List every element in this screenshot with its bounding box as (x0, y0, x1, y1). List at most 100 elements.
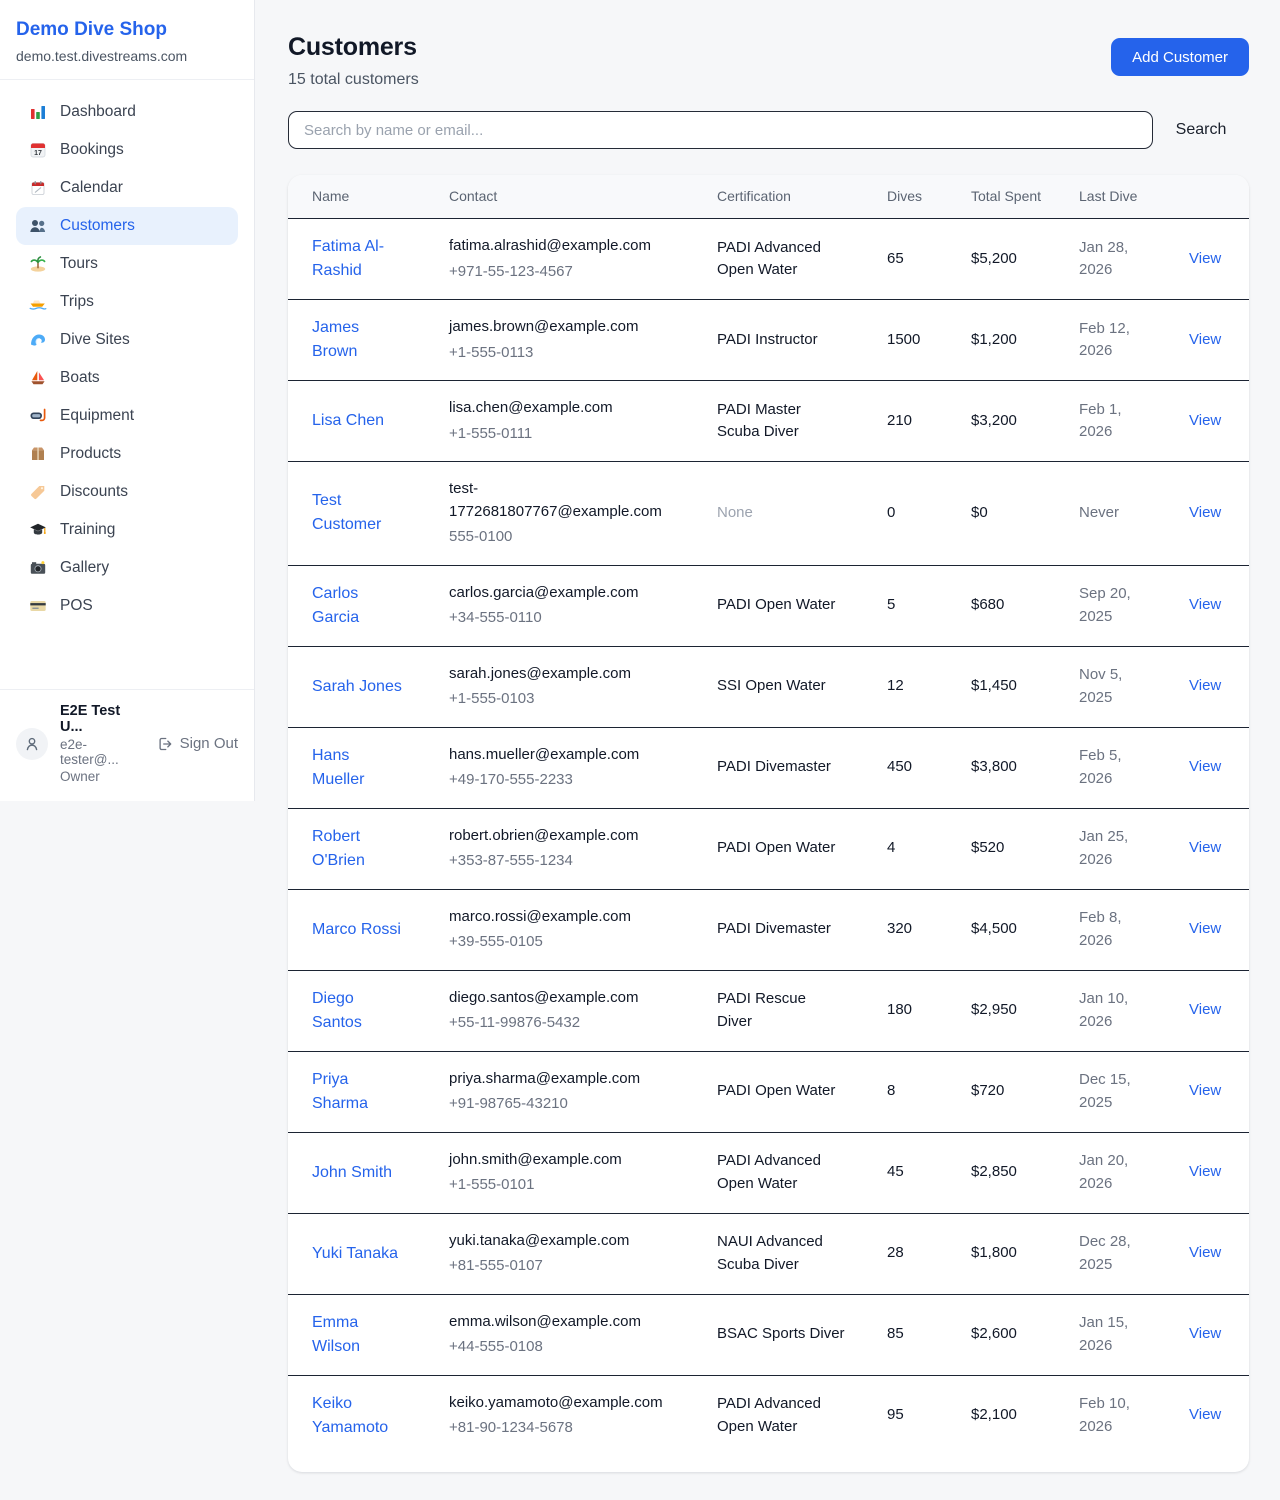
view-link[interactable]: View (1189, 758, 1221, 775)
customer-name-link[interactable]: John Smith (312, 1164, 392, 1181)
sidebar-item-gallery[interactable]: Gallery (16, 549, 238, 587)
view-link[interactable]: View (1189, 677, 1221, 694)
customer-name-link[interactable]: Keiko Yamamoto (312, 1395, 388, 1436)
view-link[interactable]: View (1189, 1001, 1221, 1018)
add-customer-button[interactable]: Add Customer (1111, 38, 1249, 76)
customer-name-link[interactable]: James Brown (312, 319, 359, 360)
credit-card-icon (29, 597, 47, 615)
customer-last-dive: Feb 12, 2026 (1063, 300, 1159, 381)
customer-last-dive: Jan 28, 2026 (1063, 219, 1159, 300)
customer-dives: 210 (871, 381, 955, 462)
customer-total-spent: $2,600 (955, 1294, 1063, 1375)
sidebar-item-training[interactable]: Training (16, 511, 238, 549)
customer-name-link[interactable]: Test Customer (312, 492, 381, 533)
col-header-last-dive: Last Dive (1063, 175, 1159, 219)
sidebar-item-dive-sites[interactable]: Dive Sites (16, 321, 238, 359)
sidebar-item-label: Gallery (60, 559, 109, 577)
customer-total-spent: $3,200 (955, 381, 1063, 462)
view-link[interactable]: View (1189, 1406, 1221, 1423)
sidebar-item-discounts[interactable]: Discounts (16, 473, 238, 511)
customer-total-spent: $5,200 (955, 219, 1063, 300)
table-row: Marco Rossi marco.rossi@example.com +39-… (288, 889, 1249, 970)
customer-contact-cell: diego.santos@example.com +55-11-99876-54… (433, 970, 701, 1051)
customer-phone: +1-555-0101 (449, 1174, 685, 1197)
customer-email: robert.obrien@example.com (449, 825, 685, 848)
customer-phone: +55-11-99876-5432 (449, 1012, 685, 1035)
sidebar-item-equipment[interactable]: Equipment (16, 397, 238, 435)
customer-name-link[interactable]: Marco Rossi (312, 921, 401, 938)
sidebar-item-pos[interactable]: POS (16, 587, 238, 625)
col-header-total-spent: Total Spent (955, 175, 1063, 219)
customer-contact-cell: keiko.yamamoto@example.com +81-90-1234-5… (433, 1375, 701, 1472)
customer-email: sarah.jones@example.com (449, 663, 685, 686)
customer-dives: 85 (871, 1294, 955, 1375)
sidebar-item-bookings[interactable]: Bookings (16, 131, 238, 169)
view-link[interactable]: View (1189, 1244, 1221, 1261)
shop-title[interactable]: Demo Dive Shop (16, 19, 238, 41)
table-row: Fatima Al-Rashid fatima.alrashid@example… (288, 219, 1249, 300)
customer-certification: PADI Advanced Open Water (701, 1375, 871, 1472)
sidebar-item-calendar[interactable]: Calendar (16, 169, 238, 207)
customer-name-link[interactable]: Lisa Chen (312, 412, 384, 429)
sidebar-item-label: Boats (60, 369, 100, 387)
col-header-dives: Dives (871, 175, 955, 219)
sidebar-item-customers[interactable]: Customers (16, 207, 238, 245)
sidebar-item-label: Training (60, 521, 115, 539)
view-link[interactable]: View (1189, 1325, 1221, 1342)
customer-contact-cell: fatima.alrashid@example.com +971-55-123-… (433, 219, 701, 300)
table-row: Test Customer test-1772681807767@example… (288, 462, 1249, 566)
view-link[interactable]: View (1189, 920, 1221, 937)
view-link[interactable]: View (1189, 412, 1221, 429)
customer-name-link[interactable]: Yuki Tanaka (312, 1245, 398, 1262)
customer-total-spent: $4,500 (955, 889, 1063, 970)
view-link[interactable]: View (1189, 1082, 1221, 1099)
search-button[interactable]: Search (1153, 121, 1249, 139)
sidebar-item-tours[interactable]: Tours (16, 245, 238, 283)
spiral-calendar-icon (29, 179, 47, 197)
customers-table-card: Name Contact Certification Dives Total S… (288, 175, 1249, 1472)
sidebar-item-dashboard[interactable]: Dashboard (16, 93, 238, 131)
customer-certification: BSAC Sports Diver (701, 1294, 871, 1375)
customer-name-link[interactable]: Fatima Al-Rashid (312, 238, 384, 279)
customer-last-dive: Feb 8, 2026 (1063, 889, 1159, 970)
sidebar-item-boats[interactable]: Boats (16, 359, 238, 397)
sidebar-item-products[interactable]: Products (16, 435, 238, 473)
sidebar-item-label: POS (60, 597, 93, 615)
customer-name-link[interactable]: Diego Santos (312, 990, 362, 1031)
customer-last-dive: Jan 20, 2026 (1063, 1132, 1159, 1213)
customer-last-dive: Jan 10, 2026 (1063, 970, 1159, 1051)
customer-contact-cell: hans.mueller@example.com +49-170-555-223… (433, 727, 701, 808)
view-link[interactable]: View (1189, 504, 1221, 521)
view-link[interactable]: View (1189, 331, 1221, 348)
customer-name-link[interactable]: Emma Wilson (312, 1314, 360, 1355)
customer-name-link[interactable]: Priya Sharma (312, 1071, 368, 1112)
customer-name-link[interactable]: Robert O'Brien (312, 828, 365, 869)
view-link[interactable]: View (1189, 839, 1221, 856)
customer-contact-cell: emma.wilson@example.com +44-555-0108 (433, 1294, 701, 1375)
user-info: E2E Test U... e2e-tester@... Owner (60, 703, 145, 784)
customers-table: Name Contact Certification Dives Total S… (288, 175, 1249, 1472)
sidebar-item-trips[interactable]: Trips (16, 283, 238, 321)
table-row: Lisa Chen lisa.chen@example.com +1-555-0… (288, 381, 1249, 462)
table-row: Diego Santos diego.santos@example.com +5… (288, 970, 1249, 1051)
view-link[interactable]: View (1189, 596, 1221, 613)
customer-certification: PADI Advanced Open Water (701, 219, 871, 300)
view-link[interactable]: View (1189, 250, 1221, 267)
customer-name-link[interactable]: Carlos Garcia (312, 585, 359, 626)
customer-certification: PADI Divemaster (701, 727, 871, 808)
customer-dives: 180 (871, 970, 955, 1051)
customer-contact-cell: robert.obrien@example.com +353-87-555-12… (433, 808, 701, 889)
customer-dives: 4 (871, 808, 955, 889)
customer-name-link[interactable]: Hans Mueller (312, 747, 364, 788)
customer-name-link[interactable]: Sarah Jones (312, 678, 402, 695)
view-link[interactable]: View (1189, 1163, 1221, 1180)
customer-phone: 555-0100 (449, 526, 685, 549)
customer-email: john.smith@example.com (449, 1149, 685, 1172)
col-header-actions (1159, 175, 1249, 219)
customer-phone: +34-555-0110 (449, 607, 685, 630)
customer-last-dive: Sep 20, 2025 (1063, 565, 1159, 646)
sidebar: Demo Dive Shop demo.test.divestreams.com… (0, 0, 255, 801)
search-input[interactable] (288, 111, 1153, 149)
sign-out-button[interactable]: Sign Out (157, 735, 238, 752)
user-name: E2E Test U... (60, 703, 145, 735)
